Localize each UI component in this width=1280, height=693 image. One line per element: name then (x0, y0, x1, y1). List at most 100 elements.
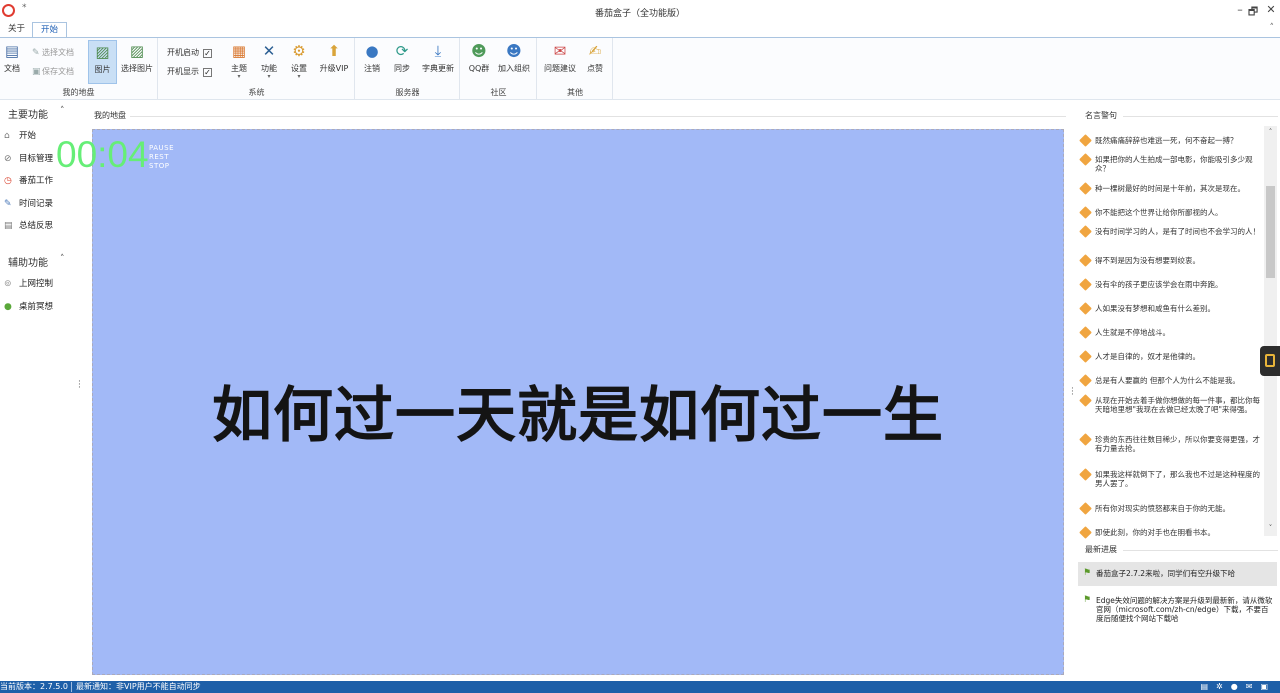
quote-item: 种一棵树最好的时间是十年前，其次是现在。 (1079, 182, 1265, 195)
scrollbar-thumb[interactable] (1266, 186, 1275, 278)
scroll-down-icon[interactable]: ˅ (1266, 524, 1275, 532)
upgrade-vip-button[interactable]: ⬆ 升级VIP (317, 40, 351, 84)
quote-text: 没有伞的孩子更应该学会在雨中奔跑。 (1095, 280, 1223, 289)
autostart-checkbox[interactable]: 开机启动 ✓ (167, 46, 212, 60)
doc-label: 文档 (4, 64, 20, 73)
select-doc-button[interactable]: ✎ 选择文档 (32, 46, 74, 60)
pause-button[interactable]: PAUSE (149, 144, 174, 152)
select-picture-button[interactable]: ▨ 选择图片 (119, 40, 155, 84)
quote-text: 总是有人要赢的 但那个人为什么不能是我。 (1095, 376, 1240, 385)
splitter-handle[interactable]: ····· (1171, 532, 1182, 540)
floating-sidebar-toggle[interactable] (1260, 346, 1280, 376)
target-icon: ⊘ (4, 154, 12, 164)
quote-item: 既然痛痛辞辞也难逃一死，何不奋起一搏？ (1079, 134, 1265, 147)
sidebar-item-network-control[interactable]: ⊚ 上网控制 (4, 276, 53, 292)
right-panel: 名言警句 既然痛痛辞辞也难逃一死，何不奋起一搏？ 如果把你的人生拍成一部电影，你… (1077, 106, 1280, 680)
splitter-handle[interactable]: · · · (1071, 385, 1074, 400)
updates-list: ⚑ 番茄盒子2.7.2来啦，同学们有空升级下哈 ⚑ Edge失效问题的解决方案是升级… (1078, 562, 1277, 676)
update-item[interactable]: ⚑ Edge失效问题的解决方案是升级到最新新，请从微软官网（microsoft.c… (1078, 595, 1277, 624)
close-button[interactable]: ✕ (1263, 3, 1279, 16)
window-title: 番茄盒子（全功能版） (594, 9, 685, 19)
tab-start[interactable]: 开始 (32, 22, 68, 37)
rest-button[interactable]: REST (149, 153, 169, 161)
mail-icon[interactable]: ✉ (1246, 682, 1261, 691)
quote-text: 即使此刻，你的对手也在明看书本。 (1095, 528, 1215, 537)
pencil-icon (1079, 326, 1092, 339)
ribbon-group-server: ● 注销 ⟳ 同步 ⤓ 字典更新 服务器 (356, 38, 460, 100)
autoshow-label: 开机显示 (167, 67, 199, 76)
feedback-icon: ✉ (553, 42, 567, 60)
quote-item: 人生就是不停地战斗。 (1079, 326, 1265, 339)
sidebar-item-time-record[interactable]: ✎ 时间记录 (4, 196, 53, 212)
settings-button[interactable]: ⚙ 设置 ▾ (287, 40, 311, 84)
like-icon: ✍ (588, 42, 602, 60)
quote-text: 人如果没有梦想和咸鱼有什么差别。 (1095, 304, 1215, 313)
dict-update-button[interactable]: ⤓ 字典更新 (420, 40, 456, 84)
splitter-handle[interactable]: · · · (78, 378, 81, 393)
join-org-button[interactable]: ☻ 加入组织 (496, 40, 532, 84)
ribbon-collapse-button[interactable]: ˄ (1270, 23, 1275, 33)
flag-icon: ⚑ (1083, 595, 1092, 605)
scroll-up-icon[interactable]: ˄ (1266, 128, 1275, 136)
sidebar-item-start[interactable]: ⌂ 开始 (4, 128, 36, 144)
clipboard-icon[interactable]: ▤ (1200, 682, 1216, 691)
update-text: Edge失效问题的解决方案是升级到最新新，请从微软官网（microsoft.co… (1096, 596, 1273, 623)
tab-about[interactable]: 关于 (0, 22, 33, 37)
settings-icon: ⚙ (292, 42, 306, 60)
quote-text: 人生就是不停地战斗。 (1095, 328, 1170, 337)
sidebar-item-summary[interactable]: ▤ 总结反思 (4, 218, 53, 234)
logout-button[interactable]: ● 注销 (360, 40, 384, 84)
stop-button[interactable]: STOP (149, 162, 169, 170)
ribbon-group-my-space: ▤ 文档 ✎ 选择文档 ▣保存文档 ▨ 图片 ▨ 选择图片 我的地盘 (0, 38, 158, 100)
theme-label: 主题 (231, 64, 247, 73)
chevron-up-icon[interactable]: ˄ (60, 254, 65, 264)
update-item[interactable]: ⚑ 番茄盒子2.7.2来啦，同学们有空升级下哈 (1078, 562, 1277, 586)
group-label-community: 社区 (490, 88, 507, 97)
feedback-button[interactable]: ✉ 问题建议 (542, 40, 578, 84)
quote-item: 没有时间学习的人，是有了时间也不会学习的人！ (1079, 225, 1265, 238)
pencil-icon (1079, 526, 1092, 539)
sidebar-item-pomodoro[interactable]: ◷ 番茄工作 (4, 173, 53, 189)
pencil-icon (1079, 182, 1092, 195)
quote-item: 如果我这样就倒下了，那么我也不过是这种程度的男人罢了。 (1079, 468, 1265, 488)
section-aux-features[interactable]: 辅助功能 ˄ (8, 254, 65, 269)
settings-icon[interactable]: ✲ (1216, 682, 1231, 691)
sidebar-item-label: 总结反思 (19, 221, 54, 231)
quote-text: 既然痛痛辞辞也难逃一死，何不奋起一搏？ (1095, 136, 1238, 145)
sidebar-item-goals[interactable]: ⊘ 目标管理 (4, 151, 53, 167)
qq-group-button[interactable]: ☻ QQ群 (465, 40, 493, 84)
pin-icon[interactable]: ● (1231, 682, 1246, 691)
logout-label: 注销 (364, 64, 380, 73)
autoshow-checkbox[interactable]: 开机显示 ✓ (167, 65, 212, 79)
like-label: 点赞 (587, 64, 603, 73)
select-picture-icon: ▨ (129, 42, 145, 60)
update-text: 番茄盒子2.7.2来啦，同学们有空升级下哈 (1096, 569, 1236, 578)
like-button[interactable]: ✍ 点赞 (583, 40, 607, 84)
panel-divider (1123, 550, 1278, 551)
panel-divider (130, 116, 1066, 117)
chevron-up-icon[interactable]: ˄ (60, 106, 65, 116)
title-bar: * 番茄盒子（全功能版） – 🗗 ✕ (0, 0, 1280, 22)
ribbon-group-system: 开机启动 ✓ 开机显示 ✓ ▦ 主题 ▾ ✕ 功能 ▾ ⚙ 设置 ▾ ⬆ 升级VIP 系统 (159, 38, 355, 100)
theme-button[interactable]: ▦ 主题 ▾ (227, 40, 251, 84)
save-doc-button[interactable]: ▣保存文档 (32, 65, 74, 79)
pencil-icon (1079, 302, 1092, 315)
quote-item: 从现在开始去着手做你想做的每一件事，都比你每天暗地里想"我现在去做已经太晚了吧"… (1079, 394, 1265, 414)
quote-item: 珍贵的东西往往数目稀少，所以你要变得更强，才有力量去抢。 (1079, 433, 1265, 453)
doc-button[interactable]: ▤ 文档 (1, 40, 23, 84)
section-main-features[interactable]: 主要功能 ˄ (8, 106, 65, 121)
restore-button[interactable]: 🗗 (1245, 3, 1261, 22)
main-panel: 我的地盘 如何过一天就是如何过一生 · · · (88, 106, 1074, 680)
clipboard-icon (1265, 354, 1275, 367)
status-divider (71, 682, 72, 692)
lock-icon[interactable]: ▣ (1260, 682, 1276, 691)
section-aux-label: 辅助功能 (8, 258, 48, 269)
features-button[interactable]: ✕ 功能 ▾ (257, 40, 281, 84)
motto-text: 如何过一天就是如何过一生 (212, 381, 944, 451)
select-doc-icon: ✎ (32, 48, 40, 58)
picture-button[interactable]: ▨ 图片 (88, 40, 117, 84)
ribbon: ▤ 文档 ✎ 选择文档 ▣保存文档 ▨ 图片 ▨ 选择图片 我的地盘 开机启动 ✓ (0, 37, 1280, 100)
sync-button[interactable]: ⟳ 同步 (390, 40, 414, 84)
quotes-scrollbar[interactable]: ˄ ˅ (1264, 126, 1277, 536)
sidebar-item-meditation[interactable]: ● 桌前冥想 (4, 299, 53, 315)
